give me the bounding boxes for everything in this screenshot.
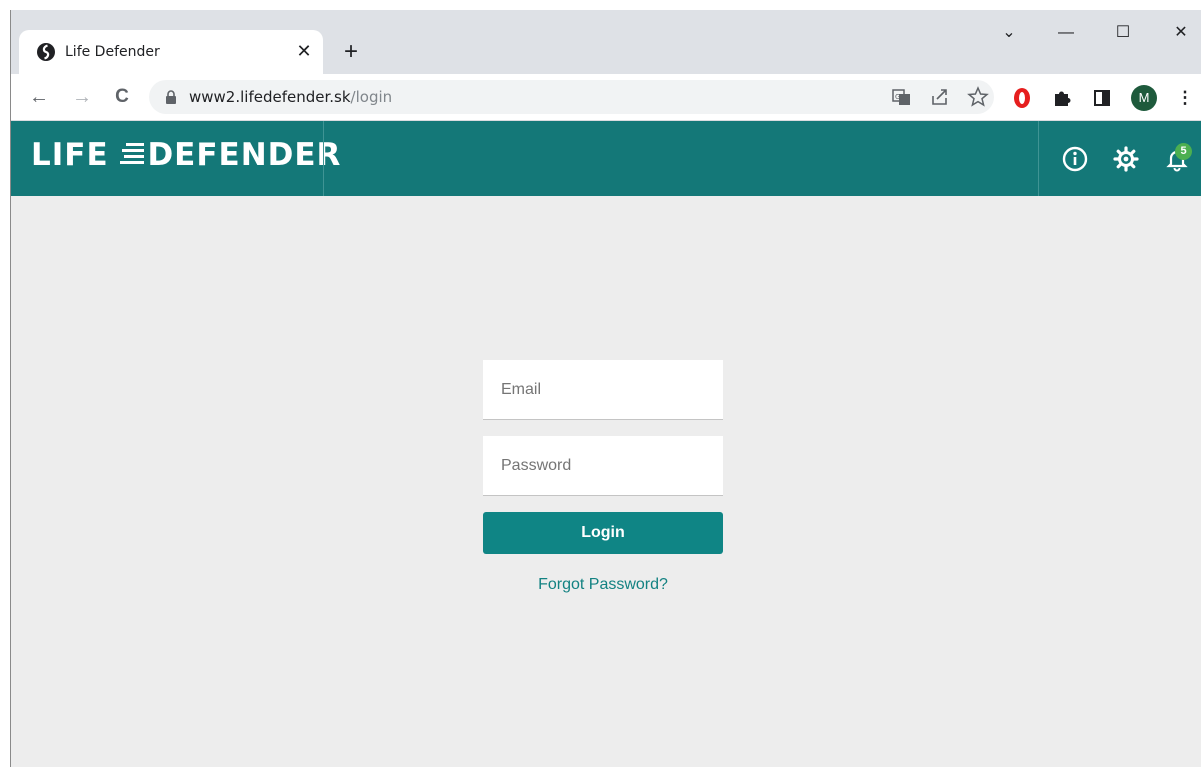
- minimize-button[interactable]: —: [1046, 18, 1086, 48]
- share-icon[interactable]: [928, 85, 952, 109]
- forgot-password-link[interactable]: Forgot Password?: [483, 576, 723, 594]
- browser-tab[interactable]: Life Defender ✕: [19, 30, 323, 74]
- new-tab-button[interactable]: +: [337, 38, 365, 66]
- notification-count-badge: 5: [1175, 143, 1192, 160]
- star-icon[interactable]: [966, 85, 990, 109]
- reload-button[interactable]: C: [107, 82, 137, 112]
- tab-close-icon[interactable]: ✕: [294, 40, 314, 62]
- url-path: /login: [350, 88, 393, 106]
- login-button[interactable]: Login: [483, 512, 723, 554]
- close-window-button[interactable]: ✕: [1161, 18, 1201, 48]
- life-defender-logo[interactable]: LIFE DEFENDER: [31, 137, 341, 173]
- life-defender-favicon-icon: [37, 43, 55, 61]
- browser-toolbar: ← → C www2.lifedefender.sk/login G M ⋮: [11, 74, 1201, 121]
- puzzle-icon[interactable]: [1048, 84, 1076, 112]
- tab-title: Life Defender: [65, 44, 160, 60]
- address-bar[interactable]: www2.lifedefender.sk/login G: [149, 80, 994, 114]
- forward-button[interactable]: →: [67, 82, 97, 112]
- profile-avatar[interactable]: M: [1131, 85, 1157, 111]
- logo-text-right: DEFENDER: [147, 137, 342, 173]
- logo-stripes-icon: [120, 143, 145, 164]
- url-text: www2.lifedefender.sk/login: [189, 88, 392, 106]
- settings-icon[interactable]: [1112, 145, 1140, 173]
- menu-icon[interactable]: ⋮: [1171, 84, 1199, 112]
- tab-strip: Life Defender ✕ + ⌄ — ☐ ✕: [11, 10, 1201, 74]
- logo-text-left: LIFE: [31, 137, 109, 173]
- email-field[interactable]: [483, 360, 723, 420]
- header-divider: [323, 121, 324, 196]
- header-divider: [1038, 121, 1039, 196]
- opera-icon[interactable]: [1008, 84, 1036, 112]
- side-panel-icon[interactable]: [1088, 84, 1116, 112]
- maximize-button[interactable]: ☐: [1103, 18, 1143, 48]
- svg-text:G: G: [895, 93, 900, 101]
- tab-search-icon[interactable]: ⌄: [989, 18, 1029, 48]
- password-field[interactable]: [483, 436, 723, 496]
- info-icon[interactable]: [1061, 145, 1089, 173]
- app-header: LIFE DEFENDER 5: [11, 121, 1201, 196]
- lock-icon: [166, 90, 176, 104]
- back-button[interactable]: ←: [24, 82, 54, 112]
- browser-window: Life Defender ✕ + ⌄ — ☐ ✕ ← → C www2.lif…: [10, 10, 1201, 767]
- translate-icon[interactable]: G: [890, 85, 914, 109]
- url-host: www2.lifedefender.sk: [189, 88, 351, 106]
